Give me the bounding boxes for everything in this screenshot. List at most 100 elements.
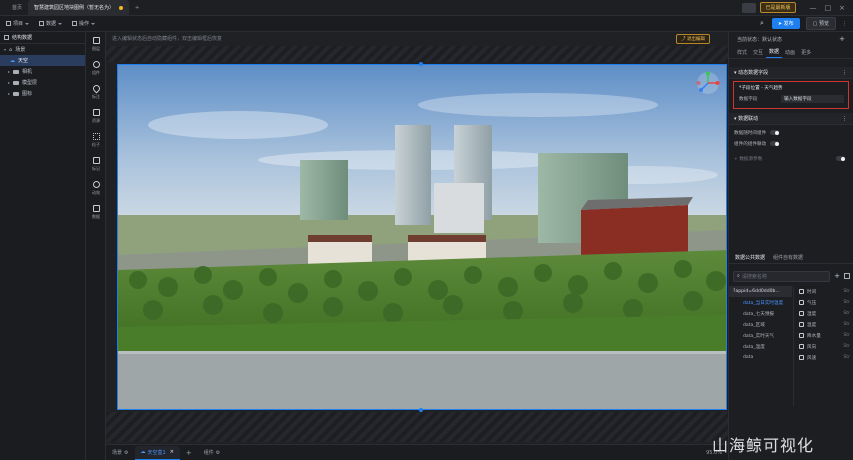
strip-label: 标注 bbox=[92, 93, 100, 99]
tab-more[interactable]: 更多 bbox=[798, 46, 814, 58]
scene-tab-sky[interactable]: ☁ 天空盒1 × bbox=[134, 445, 180, 460]
strip-item-layers[interactable]: 图层 bbox=[86, 32, 106, 56]
data-list-label: data_当日实时温度 bbox=[743, 300, 784, 306]
data-list-item[interactable]: data_温度 bbox=[729, 341, 792, 352]
add-state-icon[interactable]: + bbox=[839, 35, 845, 43]
menu-data-icon bbox=[39, 21, 45, 26]
add-icon[interactable]: + bbox=[834, 272, 840, 280]
scene-tab-label: 场景 bbox=[112, 450, 123, 456]
data-list-item[interactable]: data_实时天气 bbox=[729, 330, 792, 341]
field-row[interactable]: 气压 Str bbox=[794, 297, 853, 308]
preview-button[interactable]: ▢ 预览 bbox=[805, 17, 836, 30]
field-row[interactable]: 湿度 Str bbox=[794, 308, 853, 319]
checkbox[interactable] bbox=[799, 300, 804, 305]
poll-row: 组件的组件联动 bbox=[729, 138, 853, 149]
field-row[interactable]: 降水量 Str bbox=[794, 330, 853, 341]
close-icon[interactable]: × bbox=[170, 449, 174, 455]
strip-item-particles[interactable]: 粒子 bbox=[86, 128, 106, 152]
add-tab-button[interactable]: + bbox=[129, 0, 145, 16]
maximize-icon[interactable]: □ bbox=[825, 4, 832, 12]
tab-public-data[interactable]: 数据公共数据 bbox=[735, 254, 765, 261]
close-icon[interactable]: × bbox=[839, 4, 845, 12]
minimize-icon[interactable]: — bbox=[810, 4, 817, 12]
data-list-item[interactable]: data_区域 bbox=[729, 319, 792, 330]
exit-edit-button[interactable]: ⤴ 退出编辑 bbox=[676, 34, 710, 44]
publish-button[interactable]: ➤ 发布 bbox=[771, 18, 800, 29]
checkbox[interactable] bbox=[799, 289, 804, 294]
more-icon[interactable]: ⋮ bbox=[842, 70, 847, 76]
field-row[interactable]: 时间 Str bbox=[794, 286, 853, 297]
data-field-input[interactable]: 输入数据字段 bbox=[781, 94, 844, 103]
state-label[interactable]: 当前状态：默认状态 bbox=[737, 36, 782, 43]
scene-tab-label: 天空盒1 bbox=[147, 449, 166, 456]
checkbox[interactable] bbox=[799, 333, 804, 338]
strip-item-data[interactable]: 数据 bbox=[86, 200, 106, 224]
chevron-down-icon: ▾ bbox=[4, 47, 7, 52]
data-binding-section[interactable]: ▾ 数据联动 ⋮ bbox=[729, 113, 853, 125]
version-badge: 已是最新版 bbox=[760, 2, 796, 13]
source-param-toggle[interactable] bbox=[836, 156, 845, 161]
dynamic-field-section[interactable]: ▾ 动态数据字段 ⋮ bbox=[729, 67, 853, 79]
axis-gizmo-icon bbox=[696, 71, 720, 94]
field-type: Str bbox=[843, 333, 850, 338]
strip-item-marker[interactable]: 标注 bbox=[86, 80, 106, 104]
checkbox[interactable] bbox=[799, 311, 804, 316]
edit-icon[interactable] bbox=[844, 273, 850, 279]
tree-item-camera[interactable]: ▸ 相机 bbox=[0, 66, 85, 77]
3d-viewport[interactable] bbox=[117, 64, 727, 410]
api-source-row[interactable]: ?appid=6dd0dd0b... bbox=[729, 286, 792, 297]
data-list-item[interactable]: data bbox=[729, 352, 792, 363]
strip-item-effects[interactable]: 动效 bbox=[86, 176, 106, 200]
resize-handle-top[interactable] bbox=[419, 62, 423, 66]
tab-document[interactable]: 智慧建筑园区地块图例（暂无名为） bbox=[28, 0, 130, 16]
axis-gizmo[interactable] bbox=[696, 71, 720, 95]
data-search-placeholder: 请搜索名称 bbox=[741, 273, 767, 280]
data-search-input[interactable]: ⌕ 请搜索名称 bbox=[733, 270, 831, 282]
strip-item-resources[interactable]: 资源 bbox=[86, 104, 106, 128]
menu-project-icon bbox=[6, 21, 11, 26]
tree-item-model[interactable]: ▸ 模型层 bbox=[0, 77, 85, 88]
more-icon[interactable]: ⋮ bbox=[842, 21, 847, 27]
add-tab-label: + bbox=[135, 4, 140, 11]
canvas-hint: 进入编辑状态后自动隐藏组件，双击编辑框后恢复 bbox=[112, 36, 223, 42]
field-label: 气压 bbox=[807, 300, 817, 306]
checkbox[interactable] bbox=[799, 322, 804, 327]
menu-project[interactable]: 项目 bbox=[6, 20, 30, 27]
tab-component-data[interactable]: 组件自有数据 bbox=[773, 254, 803, 261]
add-scene-button[interactable]: + bbox=[180, 445, 198, 460]
menu-ops[interactable]: 操作 bbox=[72, 20, 96, 27]
more-icon[interactable]: ⋮ bbox=[842, 116, 847, 122]
poll-toggle[interactable] bbox=[770, 141, 780, 146]
checkbox[interactable] bbox=[799, 355, 804, 360]
exit-edit-label: 退出编辑 bbox=[686, 37, 705, 42]
checkbox[interactable] bbox=[799, 344, 804, 349]
field-label: 风速 bbox=[807, 355, 817, 361]
field-row[interactable]: 风速 Str bbox=[794, 352, 853, 363]
data-field-label: 数据字段 bbox=[739, 96, 758, 102]
tab-home[interactable]: 首页 bbox=[6, 0, 28, 16]
resize-handle-bottom[interactable] bbox=[419, 408, 423, 412]
folder-icon bbox=[13, 91, 20, 96]
tab-data[interactable]: 数据 bbox=[766, 46, 783, 58]
tab-animation[interactable]: 动画 bbox=[782, 46, 798, 58]
tree-item-sky[interactable]: ☁ 天空 bbox=[0, 55, 85, 66]
data-list-label: data_温度 bbox=[743, 344, 765, 350]
strip-item-tags[interactable]: 标记 bbox=[86, 152, 106, 176]
tab-interaction[interactable]: 交互 bbox=[750, 46, 766, 58]
scene-tab-main[interactable]: 场景 ⚙ bbox=[106, 446, 135, 460]
tab-style[interactable]: 样式 bbox=[734, 46, 750, 58]
api-source-text: ?appid=6dd0dd0b... bbox=[733, 289, 780, 294]
menu-data[interactable]: 数据 bbox=[39, 20, 63, 27]
tab-animation-label: 动画 bbox=[785, 49, 796, 56]
field-row[interactable]: 温度 Str bbox=[794, 319, 853, 330]
auto-data-toggle[interactable] bbox=[770, 130, 780, 135]
data-list-item[interactable]: data_七天预报 bbox=[729, 308, 792, 319]
avatar[interactable] bbox=[742, 2, 757, 13]
field-row[interactable]: 风向 Str bbox=[794, 341, 853, 352]
tree-item-icons[interactable]: ▸ 图标 bbox=[0, 88, 85, 99]
tree-item-scene[interactable]: ▾ ⌂ 场景 bbox=[0, 44, 85, 55]
strip-item-components[interactable]: 组件 bbox=[86, 56, 106, 80]
data-list-item[interactable]: data_当日实时温度 bbox=[729, 297, 792, 308]
search-icon[interactable]: ⌕ bbox=[760, 19, 764, 28]
component-tab[interactable]: 组件 ⚙ bbox=[198, 445, 227, 460]
